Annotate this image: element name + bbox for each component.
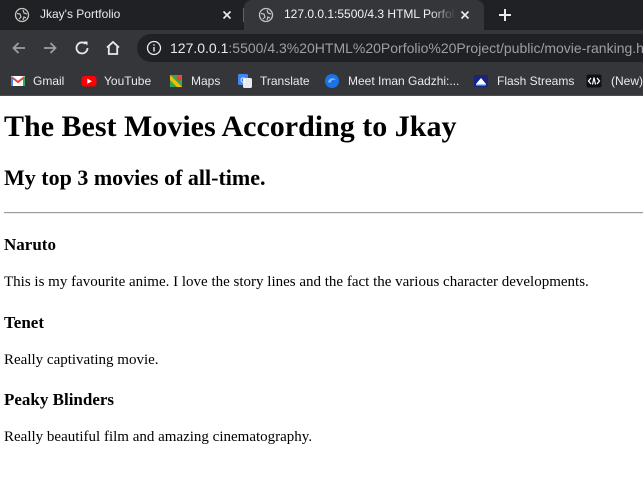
code-icon [586, 74, 602, 88]
youtube-icon [81, 76, 97, 87]
close-icon[interactable] [219, 7, 235, 23]
bookmark-label: Gmail [33, 74, 65, 88]
globe-icon [258, 7, 274, 23]
bookmark-label: Maps [191, 74, 221, 88]
divider [4, 212, 643, 214]
page-subtitle: My top 3 movies of all-time. [4, 165, 266, 190]
bookmark-label: Flash Streams [497, 74, 575, 88]
browser-toolbar: 127.0.0.1:5500/4.3%20HTML%20Porfolio%20P… [0, 30, 643, 66]
new-tab-plus-icon[interactable] [495, 5, 515, 25]
translate-icon: G [238, 74, 252, 88]
globe-icon [14, 7, 30, 23]
url-path: :5500/4.3%20HTML%20Porfolio%20Project/pu… [228, 40, 643, 56]
movie-title-tenet: Tenet [4, 313, 44, 332]
movie-title-peaky-blinders: Peaky Blinders [4, 390, 115, 409]
meet-icon [325, 74, 339, 88]
forward-arrow-icon[interactable] [41, 39, 59, 57]
movie-title-naruto: Naruto [4, 235, 56, 254]
movie-description-tenet: Really captivating movie. [4, 352, 159, 368]
svg-text:G: G [240, 77, 245, 85]
back-arrow-icon[interactable] [10, 39, 28, 57]
bookmark-label: Translate [260, 74, 310, 88]
flash-streams-icon [474, 75, 488, 87]
tab-title: 127.0.0.1:5500/4.3 HTML Porfolio Project… [284, 7, 456, 21]
bookmark-label: YouTube [104, 74, 152, 88]
movie-description-peaky-blinders: Really beautiful film and amazing cinema… [4, 429, 313, 445]
info-icon[interactable] [146, 40, 162, 56]
tab-strip: Jkay's Portfolio 127.0.0.1:5500/4.3 HTML… [0, 0, 643, 30]
page-content: The Best Movies According to Jkay My top… [0, 97, 643, 503]
bookmark-label: (New) [611, 74, 643, 88]
url-host: 127.0.0.1 [170, 40, 229, 56]
bookmarks-bar: Gmail YouTube Maps G Translate Meet Iman… [0, 66, 643, 96]
address-bar[interactable]: 127.0.0.1:5500/4.3%20HTML%20Porfolio%20P… [137, 34, 643, 62]
home-icon[interactable] [104, 39, 122, 57]
reload-icon[interactable] [73, 39, 91, 57]
address-url: 127.0.0.1:5500/4.3%20HTML%20Porfolio%20P… [170, 40, 643, 56]
tab-movie-ranking[interactable]: 127.0.0.1:5500/4.3 HTML Porfolio Project… [244, 0, 484, 30]
close-icon[interactable] [457, 7, 473, 23]
bookmark-label: Meet Iman Gadzhi:... [348, 74, 460, 88]
maps-icon [170, 75, 182, 87]
tab-title: Jkay's Portfolio [40, 7, 121, 21]
page-title: The Best Movies According to Jkay [4, 110, 457, 143]
tab-jkays-portfolio[interactable]: Jkay's Portfolio [0, 0, 244, 30]
gmail-icon [10, 76, 26, 86]
movie-description-naruto: This is my favourite anime. I love the s… [4, 274, 589, 290]
